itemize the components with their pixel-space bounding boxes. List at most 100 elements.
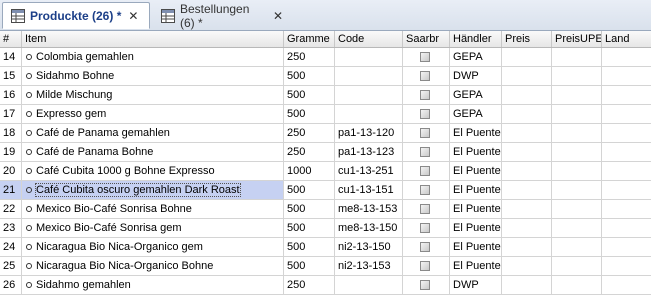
- code-cell[interactable]: [335, 67, 403, 85]
- land-cell[interactable]: [602, 238, 651, 256]
- item-cell[interactable]: Milde Mischung: [22, 86, 284, 104]
- land-cell[interactable]: [602, 257, 651, 275]
- column-header-land[interactable]: Land: [602, 31, 651, 47]
- table-row[interactable]: 20 Café Cubita 1000 g Bohne Expresso 1000 c…: [0, 162, 651, 181]
- saarbr-checkbox[interactable]: [420, 166, 430, 176]
- code-cell[interactable]: [335, 276, 403, 294]
- gramme-cell[interactable]: 500: [284, 67, 335, 85]
- column-header-preis[interactable]: Preis: [502, 31, 552, 47]
- preisupe-cell[interactable]: [552, 219, 602, 237]
- haendler-cell[interactable]: El Puente: [450, 257, 502, 275]
- item-cell[interactable]: Café Cubita 1000 g Bohne Expresso: [22, 162, 284, 180]
- table-row[interactable]: 26 Sidahmo gemahlen 250 DWP: [0, 276, 651, 295]
- close-icon[interactable]: ✕: [273, 9, 283, 23]
- preis-cell[interactable]: [502, 181, 552, 199]
- close-icon[interactable]: ✕: [128, 9, 138, 23]
- code-cell[interactable]: [335, 48, 403, 66]
- item-cell[interactable]: Nicaragua Bio Nica-Organico gem: [22, 238, 284, 256]
- item-cell[interactable]: Café de Panama gemahlen: [22, 124, 284, 142]
- land-cell[interactable]: [602, 143, 651, 161]
- preisupe-cell[interactable]: [552, 105, 602, 123]
- saarbr-checkbox[interactable]: [420, 71, 430, 81]
- code-cell[interactable]: me8-13-150: [335, 219, 403, 237]
- item-cell[interactable]: Expresso gem: [22, 105, 284, 123]
- item-cell[interactable]: Sidahmo gemahlen: [22, 276, 284, 294]
- table-row[interactable]: 17 Expresso gem 500 GEPA: [0, 105, 651, 124]
- land-cell[interactable]: [602, 67, 651, 85]
- preisupe-cell[interactable]: [552, 48, 602, 66]
- preis-cell[interactable]: [502, 276, 552, 294]
- gramme-cell[interactable]: 500: [284, 257, 335, 275]
- item-cell[interactable]: Mexico Bio-Café Sonrisa Bohne: [22, 200, 284, 218]
- item-cell[interactable]: Café Cubita oscuro gemahlen Dark Roast: [22, 181, 284, 199]
- gramme-cell[interactable]: 250: [284, 124, 335, 142]
- code-cell[interactable]: ni2-13-150: [335, 238, 403, 256]
- land-cell[interactable]: [602, 105, 651, 123]
- haendler-cell[interactable]: El Puente: [450, 181, 502, 199]
- preis-cell[interactable]: [502, 200, 552, 218]
- gramme-cell[interactable]: 500: [284, 219, 335, 237]
- gramme-cell[interactable]: 250: [284, 143, 335, 161]
- haendler-cell[interactable]: GEPA: [450, 48, 502, 66]
- preisupe-cell[interactable]: [552, 162, 602, 180]
- saarbr-checkbox[interactable]: [420, 242, 430, 252]
- gramme-cell[interactable]: 500: [284, 181, 335, 199]
- saarbr-checkbox[interactable]: [420, 109, 430, 119]
- gramme-cell[interactable]: 250: [284, 276, 335, 294]
- haendler-cell[interactable]: El Puente: [450, 200, 502, 218]
- tab-bestellungen[interactable]: Bestellungen (6) * ✕: [153, 2, 283, 30]
- land-cell[interactable]: [602, 276, 651, 294]
- column-header-code[interactable]: Code: [335, 31, 403, 47]
- saarbr-checkbox[interactable]: [420, 204, 430, 214]
- code-cell[interactable]: cu1-13-251: [335, 162, 403, 180]
- preisupe-cell[interactable]: [552, 276, 602, 294]
- table-row[interactable]: 18 Café de Panama gemahlen 250 pa1-13-120 El…: [0, 124, 651, 143]
- column-header-num[interactable]: #: [0, 31, 22, 47]
- code-cell[interactable]: ni2-13-153: [335, 257, 403, 275]
- land-cell[interactable]: [602, 48, 651, 66]
- tab-produckte[interactable]: Produckte (26) * ✕: [2, 2, 150, 29]
- land-cell[interactable]: [602, 181, 651, 199]
- item-cell[interactable]: Mexico Bio-Café Sonrisa gem: [22, 219, 284, 237]
- preisupe-cell[interactable]: [552, 143, 602, 161]
- table-row[interactable]: 25 Nicaragua Bio Nica-Organico Bohne 500 ni…: [0, 257, 651, 276]
- preisupe-cell[interactable]: [552, 200, 602, 218]
- table-row[interactable]: 21 Café Cubita oscuro gemahlen Dark Roast…: [0, 181, 651, 200]
- item-cell[interactable]: Nicaragua Bio Nica-Organico Bohne: [22, 257, 284, 275]
- preis-cell[interactable]: [502, 238, 552, 256]
- column-header-preisupe[interactable]: PreisUPE: [552, 31, 602, 47]
- table-row[interactable]: 15 Sidahmo Bohne 500 DWP: [0, 67, 651, 86]
- preisupe-cell[interactable]: [552, 124, 602, 142]
- saarbr-checkbox[interactable]: [420, 128, 430, 138]
- haendler-cell[interactable]: El Puente: [450, 143, 502, 161]
- preis-cell[interactable]: [502, 162, 552, 180]
- land-cell[interactable]: [602, 86, 651, 104]
- preis-cell[interactable]: [502, 124, 552, 142]
- column-header-haendler[interactable]: Händler: [450, 31, 502, 47]
- preis-cell[interactable]: [502, 257, 552, 275]
- preisupe-cell[interactable]: [552, 181, 602, 199]
- table-row[interactable]: 24 Nicaragua Bio Nica-Organico gem 500 ni2-…: [0, 238, 651, 257]
- haendler-cell[interactable]: El Puente: [450, 162, 502, 180]
- saarbr-checkbox[interactable]: [420, 90, 430, 100]
- preis-cell[interactable]: [502, 48, 552, 66]
- gramme-cell[interactable]: 500: [284, 238, 335, 256]
- column-header-item[interactable]: Item: [22, 31, 284, 47]
- preisupe-cell[interactable]: [552, 257, 602, 275]
- haendler-cell[interactable]: GEPA: [450, 105, 502, 123]
- code-cell[interactable]: me8-13-153: [335, 200, 403, 218]
- code-cell[interactable]: cu1-13-151: [335, 181, 403, 199]
- gramme-cell[interactable]: 500: [284, 105, 335, 123]
- haendler-cell[interactable]: DWP: [450, 67, 502, 85]
- saarbr-checkbox[interactable]: [420, 52, 430, 62]
- haendler-cell[interactable]: GEPA: [450, 86, 502, 104]
- item-cell[interactable]: Colombia gemahlen: [22, 48, 284, 66]
- preis-cell[interactable]: [502, 219, 552, 237]
- preis-cell[interactable]: [502, 143, 552, 161]
- haendler-cell[interactable]: DWP: [450, 276, 502, 294]
- saarbr-checkbox[interactable]: [420, 147, 430, 157]
- preisupe-cell[interactable]: [552, 238, 602, 256]
- saarbr-checkbox[interactable]: [420, 261, 430, 271]
- code-cell[interactable]: pa1-13-120: [335, 124, 403, 142]
- column-header-gramme[interactable]: Gramme: [284, 31, 335, 47]
